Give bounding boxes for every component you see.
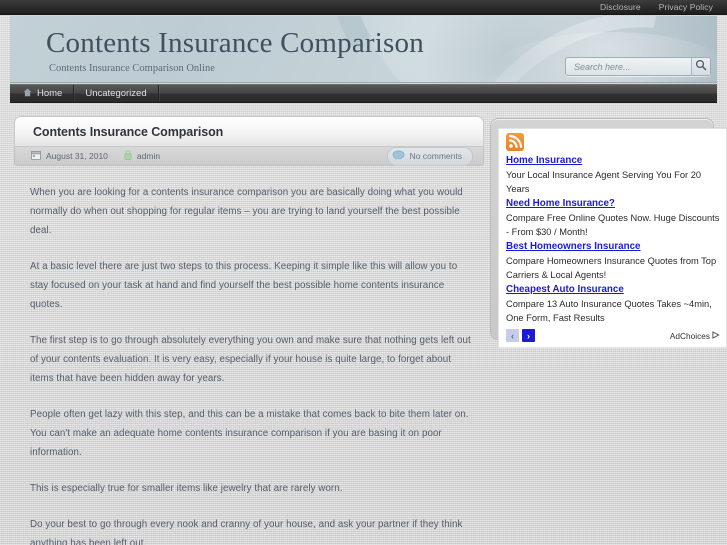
- adchoices-label: AdChoices: [669, 330, 710, 341]
- nav-item-uncategorized[interactable]: Uncategorized: [74, 85, 159, 102]
- post-meta-bar: August 31, 2010 admin No comments: [14, 146, 484, 166]
- home-icon: [23, 88, 32, 100]
- ad-description: Compare 13 Auto Insurance Quotes Takes ~…: [506, 299, 712, 323]
- post-paragraph: Do your best to go through every nook an…: [30, 519, 463, 545]
- top-utility-bar: Disclosure Privacy Policy: [0, 0, 727, 15]
- ad-footer: ‹ › AdChoices: [506, 329, 720, 342]
- post-paragraph: This is especially true for smaller item…: [30, 483, 343, 494]
- search-box[interactable]: [565, 57, 711, 76]
- ad-link[interactable]: Best Homeowners Insurance: [506, 240, 720, 254]
- post-header: Contents Insurance Comparison: [14, 116, 484, 147]
- ad-description: Your Local Insurance Agent Serving You F…: [506, 170, 702, 194]
- main-navigation: Home Uncategorized: [10, 84, 717, 103]
- post-author-label[interactable]: admin: [137, 151, 160, 161]
- ad-unit: Home Insurance Your Local Insurance Agen…: [498, 128, 727, 348]
- rss-icon[interactable]: [506, 133, 524, 151]
- post-paragraph: The first step is to go through absolute…: [30, 335, 471, 384]
- nav-item-home[interactable]: Home: [10, 85, 75, 102]
- adchoices-icon: [712, 330, 720, 341]
- post-comments-label: No comments: [409, 151, 462, 161]
- post-date-label: August 31, 2010: [46, 151, 108, 161]
- sidebar: Home Insurance Your Local Insurance Agen…: [490, 118, 727, 348]
- ad-description: Compare Free Online Quotes Now. Huge Dis…: [506, 213, 720, 237]
- ad-item: Need Home Insurance? Compare Free Online…: [506, 197, 720, 239]
- ad-link[interactable]: Home Insurance: [506, 154, 720, 168]
- ad-item: Home Insurance Your Local Insurance Agen…: [506, 154, 720, 196]
- site-tagline: Contents Insurance Comparison Online: [49, 63, 215, 74]
- calendar-icon: [31, 150, 41, 162]
- post-comments-link[interactable]: No comments: [386, 146, 473, 166]
- topbar-link-disclosure[interactable]: Disclosure: [600, 0, 641, 14]
- post-paragraph: When you are looking for a contents insu…: [30, 187, 463, 236]
- ad-link[interactable]: Cheapest Auto Insurance: [506, 283, 720, 297]
- user-lock-icon: [124, 150, 132, 162]
- search-input[interactable]: [566, 58, 691, 75]
- ad-prev-button[interactable]: ‹: [506, 329, 519, 342]
- ad-item: Best Homeowners Insurance Compare Homeow…: [506, 240, 720, 282]
- site-header-banner: Contents Insurance Comparison Contents I…: [10, 16, 717, 83]
- ad-item: Cheapest Auto Insurance Compare 13 Auto …: [506, 283, 720, 325]
- ad-next-button[interactable]: ›: [522, 329, 535, 342]
- post-title: Contents Insurance Comparison: [33, 124, 224, 139]
- adchoices-link[interactable]: AdChoices: [670, 331, 720, 341]
- main-content: Contents Insurance Comparison August 31,…: [14, 116, 484, 545]
- nav-item-home-label: Home: [37, 88, 63, 99]
- post-date: August 31, 2010: [31, 150, 108, 162]
- post-body: When you are looking for a contents insu…: [14, 166, 484, 545]
- nav-item-uncategorized-label: Uncategorized: [85, 88, 147, 99]
- post-paragraph: At a basic level there are just two step…: [30, 261, 458, 310]
- speech-bubble-icon: [392, 149, 405, 163]
- post-author: admin: [124, 150, 160, 162]
- topbar-link-privacy-policy[interactable]: Privacy Policy: [659, 0, 713, 14]
- search-button[interactable]: [691, 58, 710, 75]
- ad-description: Compare Homeowners Insurance Quotes from…: [506, 256, 717, 280]
- ad-link[interactable]: Need Home Insurance?: [506, 197, 720, 211]
- site-title[interactable]: Contents Insurance Comparison: [46, 27, 424, 60]
- search-icon: [695, 59, 707, 74]
- post-paragraph: People often get lazy with this step, an…: [30, 409, 469, 458]
